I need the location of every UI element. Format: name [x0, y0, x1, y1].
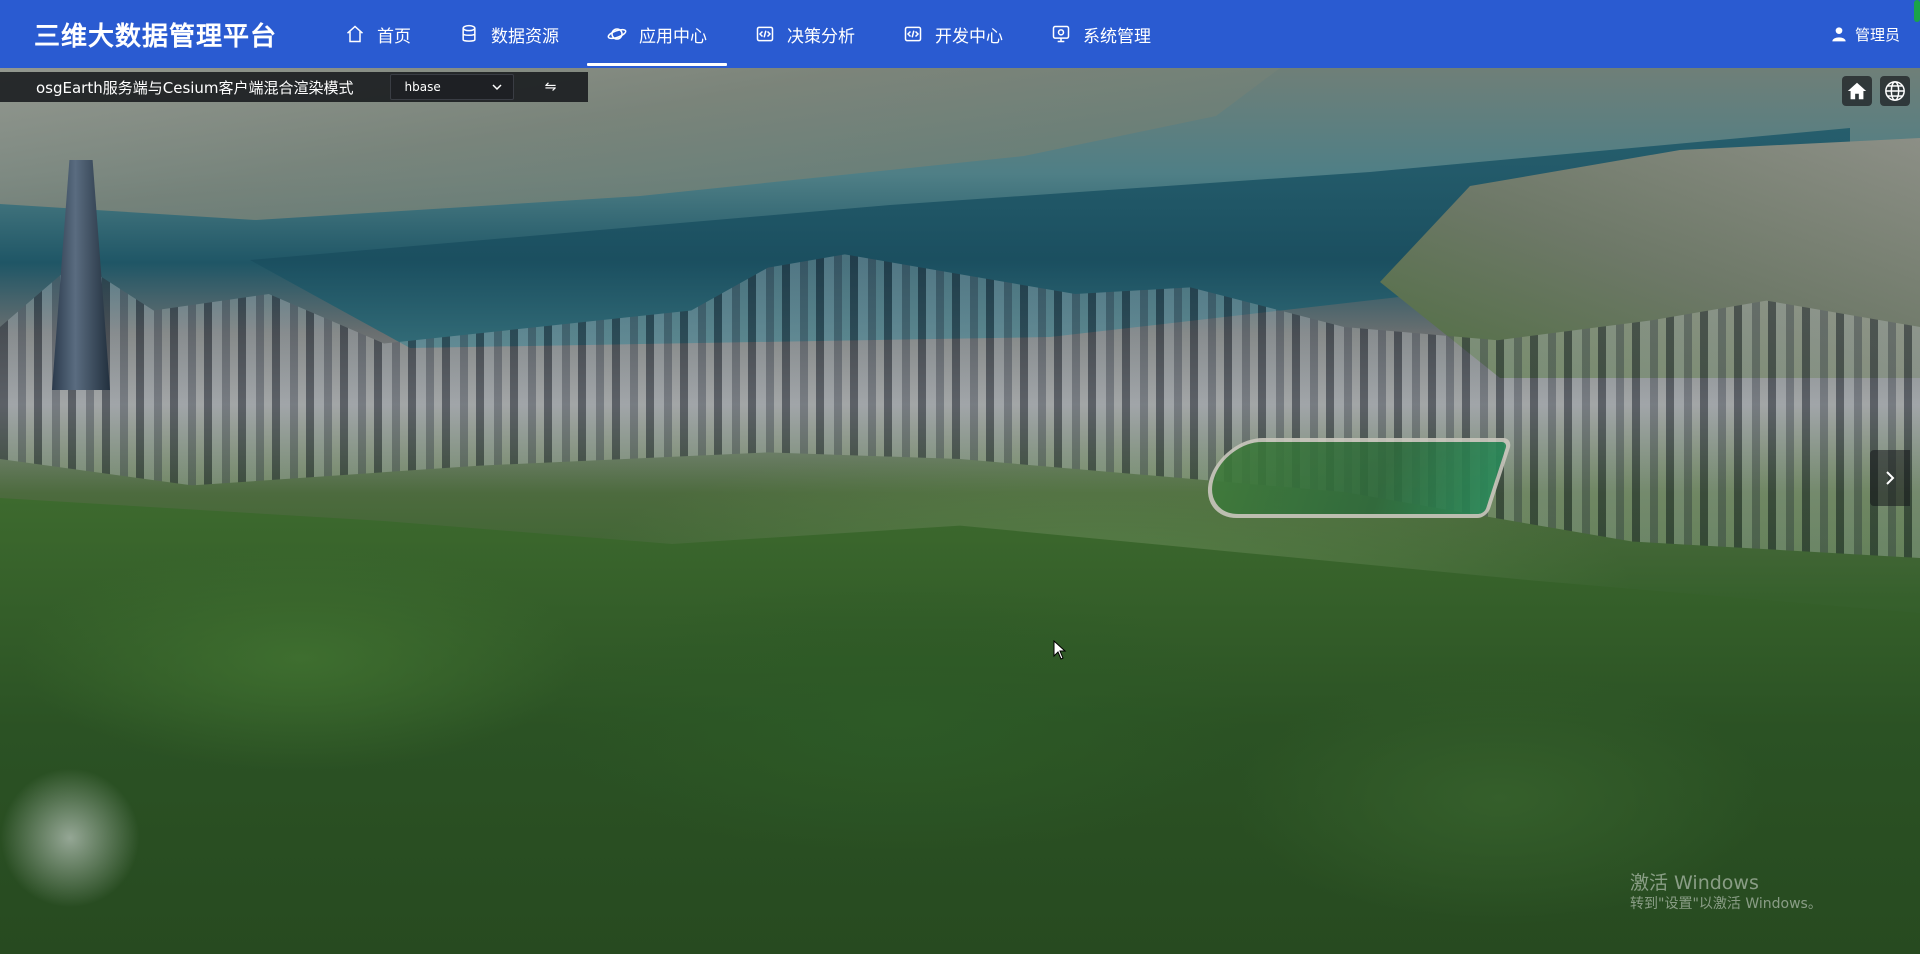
windows-activation-watermark: 激活 Windows 转到"设置"以激活 Windows。 — [1630, 872, 1822, 913]
nav-item-label: 决策分析 — [787, 26, 856, 47]
scene-globe-button[interactable] — [1880, 76, 1910, 106]
planet-icon — [607, 28, 627, 40]
monitor-icon — [1052, 25, 1070, 43]
render-mode-title: osgEarth服务端与Cesium客户端混合渲染模式 — [36, 78, 354, 97]
scene-stadium — [1197, 438, 1513, 518]
swap-button[interactable]: ⇋ — [514, 72, 588, 102]
user-menu[interactable]: 管理员 — [1831, 0, 1900, 68]
code-window-icon — [904, 26, 922, 42]
user-icon — [1832, 27, 1846, 42]
code-window-icon — [756, 26, 774, 42]
scene-cloud-haze — [0, 768, 140, 908]
nav-item-label: 系统管理 — [1083, 26, 1152, 47]
nav-item-label: 应用中心 — [639, 26, 708, 47]
home-icon — [1847, 82, 1867, 100]
nav-item-data-resources[interactable]: 数据资源 — [435, 0, 583, 68]
data-source-selected-value: hbase — [404, 80, 441, 94]
globe-icon — [1885, 81, 1905, 101]
home-icon — [347, 25, 364, 43]
nav-item-label: 数据资源 — [491, 26, 560, 47]
watermark-line-1: 激活 Windows — [1630, 872, 1759, 894]
render-mode-toolbar: osgEarth服务端与Cesium客户端混合渲染模式 hbase ⇋ — [0, 72, 588, 102]
side-panel-toggle[interactable] — [1870, 450, 1910, 506]
mouse-cursor-icon — [1053, 640, 1067, 660]
main-nav: 首页 数据资源 应用中心 决策分析 开发中心 系统管理 — [321, 0, 1175, 68]
top-navigation-bar: 三维大数据管理平台 首页 数据资源 应用中心 决策分析 开发中心 系统管理 管理… — [0, 0, 1920, 68]
nav-item-dev-center[interactable]: 开发中心 — [879, 0, 1027, 68]
scrollbar-thumb[interactable] — [1914, 0, 1920, 22]
data-source-select[interactable]: hbase — [389, 74, 514, 100]
database-icon — [462, 24, 476, 42]
watermark-line-2: 转到"设置"以激活 Windows。 — [1630, 895, 1822, 912]
app-title: 三维大数据管理平台 — [34, 21, 278, 52]
nav-item-app-center[interactable]: 应用中心 — [583, 0, 731, 68]
nav-item-label: 首页 — [377, 26, 412, 47]
scene-home-button[interactable] — [1842, 76, 1872, 106]
chevron-right-icon — [1886, 471, 1895, 485]
3d-scene-viewport[interactable] — [0, 68, 1920, 954]
nav-item-system-management[interactable]: 系统管理 — [1027, 0, 1175, 68]
user-name: 管理员 — [1854, 25, 1900, 44]
chevron-down-icon — [492, 84, 502, 91]
nav-item-decision-analysis[interactable]: 决策分析 — [731, 0, 879, 68]
nav-item-home[interactable]: 首页 — [321, 0, 435, 68]
nav-item-label: 开发中心 — [935, 26, 1004, 47]
